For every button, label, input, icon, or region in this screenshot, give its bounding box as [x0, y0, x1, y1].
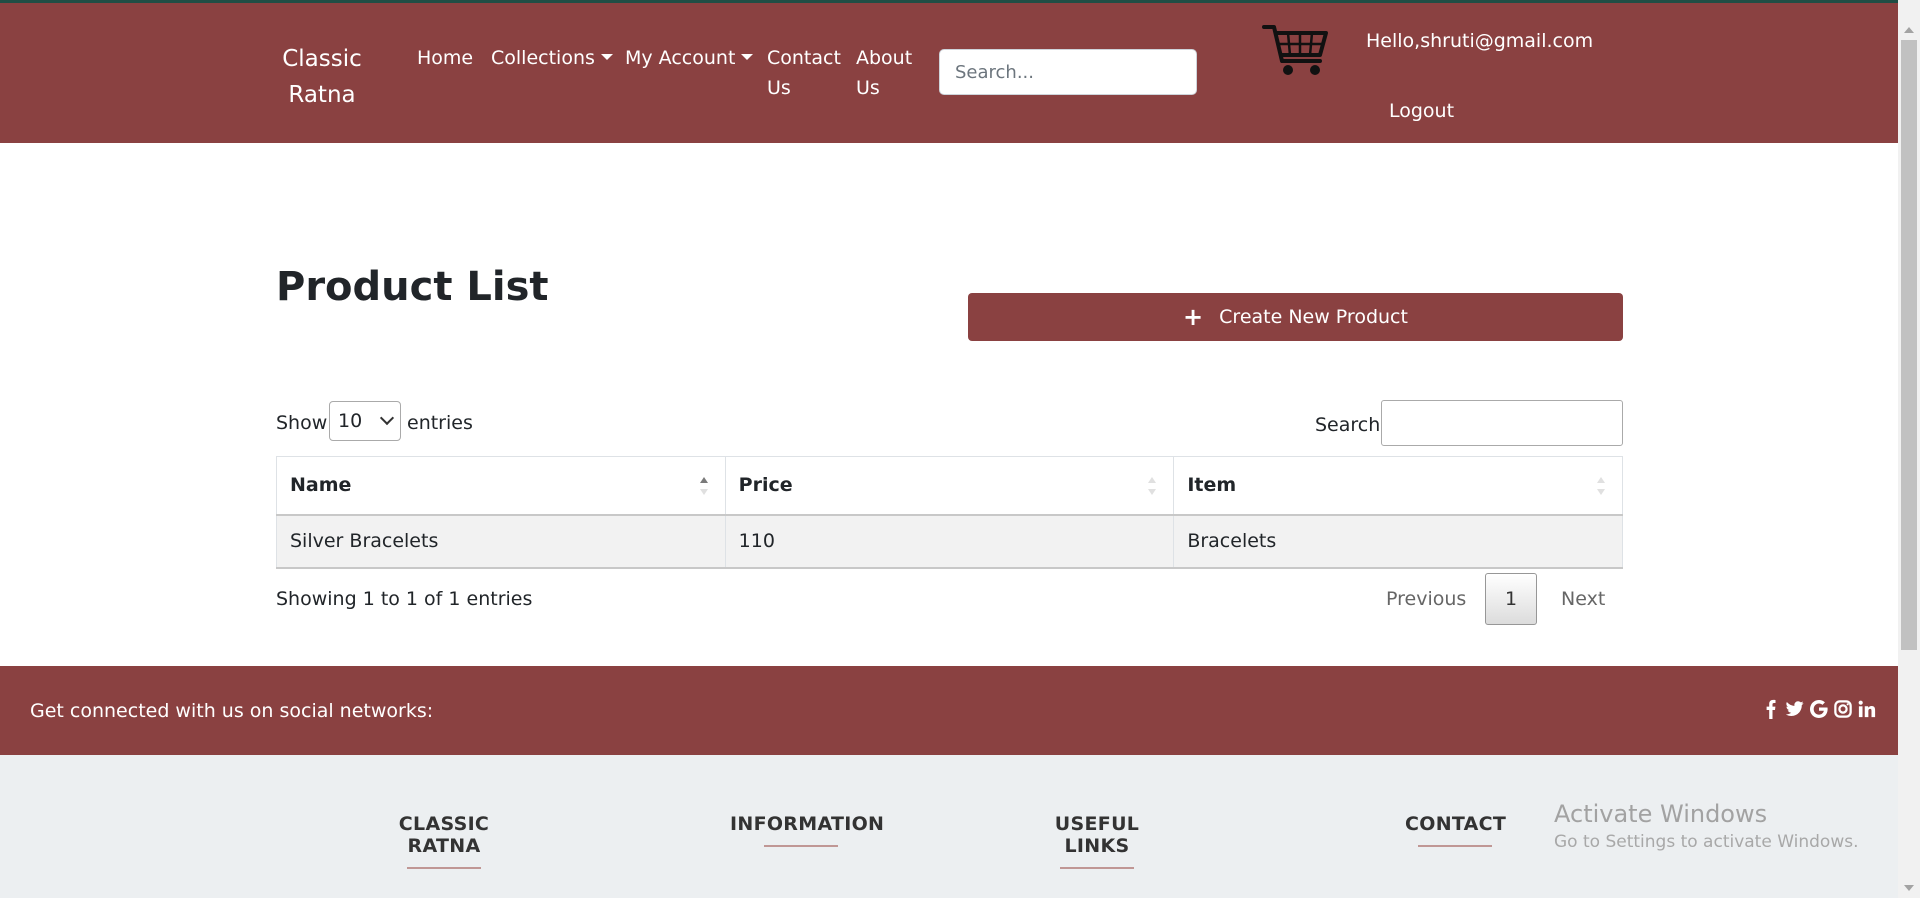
table-search-label: Search:	[1315, 414, 1387, 436]
facebook-icon[interactable]	[1762, 699, 1780, 719]
caret-down-icon	[741, 53, 754, 60]
pagination-next[interactable]: Next	[1561, 573, 1605, 625]
table-row[interactable]: Silver Bracelets 110 Bracelets	[276, 514, 1623, 569]
column-header-name[interactable]: Name	[276, 456, 726, 516]
footer-heading-information: INFORMATION	[730, 813, 884, 847]
footer-heading-label: CLASSIC RATNA	[398, 813, 490, 857]
table-info: Showing 1 to 1 of 1 entries	[276, 588, 533, 610]
navbar: Classic Ratna Home Collections My Accoun…	[0, 3, 1898, 143]
scroll-down-arrow-icon[interactable]	[1904, 885, 1914, 891]
sort-icon	[1148, 477, 1157, 495]
content-area: Classic Ratna Home Collections My Accoun…	[0, 0, 1898, 898]
pagination-page-1[interactable]: 1	[1485, 573, 1537, 625]
column-header-price[interactable]: Price	[724, 456, 1175, 516]
social-bar: Get connected with us on social networks…	[0, 666, 1898, 755]
column-header-item[interactable]: Item	[1173, 456, 1623, 516]
heading-underline	[1418, 845, 1492, 847]
shopping-cart-icon[interactable]	[1262, 23, 1330, 79]
logout-link[interactable]: Logout	[1389, 96, 1454, 126]
nav-collections-label: Collections	[491, 47, 595, 69]
nav-search-input[interactable]	[939, 49, 1197, 95]
column-header-label: Name	[290, 474, 352, 497]
page: Classic Ratna Home Collections My Accoun…	[0, 0, 1920, 898]
nav-my-account[interactable]: My Account	[625, 43, 754, 73]
footer-heading-label: CONTACT	[1405, 813, 1507, 835]
user-greeting: Hello,shruti@gmail.com	[1366, 30, 1594, 52]
vertical-scrollbar[interactable]	[1898, 0, 1920, 898]
table-search-input[interactable]	[1381, 400, 1623, 446]
heading-underline	[1060, 867, 1134, 869]
show-label: Show	[276, 412, 328, 434]
linkedin-icon[interactable]	[1858, 699, 1876, 719]
nav-my-account-label: My Account	[625, 47, 736, 69]
entries-per-page-select[interactable]: 10	[329, 401, 401, 441]
page-title: Product List	[276, 264, 549, 310]
nav-home[interactable]: Home	[417, 43, 473, 73]
plus-icon: +	[1183, 303, 1204, 331]
column-header-label: Price	[738, 474, 793, 497]
table-header-row: Name Price Item	[276, 456, 1623, 516]
caret-down-icon	[600, 53, 613, 60]
nav-about-us[interactable]: About Us	[856, 43, 918, 103]
nav-collections[interactable]: Collections	[491, 43, 613, 73]
cell-price: 110	[724, 514, 1175, 569]
google-icon[interactable]	[1810, 699, 1828, 719]
cell-item: Bracelets	[1173, 514, 1623, 569]
footer-heading-label: USEFUL LINKS	[1054, 813, 1140, 857]
heading-underline	[764, 845, 838, 847]
create-new-product-button[interactable]: + Create New Product	[968, 293, 1623, 341]
column-header-label: Item	[1187, 474, 1237, 497]
entries-select-value: 10	[338, 410, 363, 432]
cell-name: Silver Bracelets	[276, 514, 726, 569]
pagination-previous[interactable]: Previous	[1386, 573, 1466, 625]
windows-activation-title: Activate Windows	[1554, 800, 1768, 828]
footer-heading-contact: CONTACT	[1405, 813, 1507, 847]
heading-underline	[407, 867, 481, 869]
scrollbar-thumb[interactable]	[1901, 40, 1917, 650]
nav-contact-us[interactable]: Contact Us	[767, 43, 847, 103]
twitter-icon[interactable]	[1786, 699, 1804, 719]
instagram-icon[interactable]	[1834, 699, 1852, 719]
social-icons	[1762, 699, 1876, 719]
sort-ascending-icon	[699, 477, 708, 495]
create-new-product-label: Create New Product	[1219, 306, 1408, 328]
windows-activation-subtitle: Go to Settings to activate Windows.	[1554, 832, 1859, 852]
brand-logo[interactable]: Classic Ratna	[252, 41, 392, 113]
chevron-down-icon	[379, 410, 395, 426]
entries-label: entries	[407, 412, 473, 434]
footer-heading-label: INFORMATION	[730, 813, 885, 835]
social-bar-text: Get connected with us on social networks…	[30, 700, 434, 722]
scroll-up-arrow-icon[interactable]	[1904, 27, 1914, 33]
sort-icon	[1597, 477, 1605, 495]
product-table: Name Price Item Silver Bracelets 110 Bra…	[276, 456, 1623, 569]
footer-heading-classic-ratna: CLASSIC RATNA	[372, 813, 516, 869]
footer-heading-useful-links: USEFUL LINKS	[1030, 813, 1164, 869]
